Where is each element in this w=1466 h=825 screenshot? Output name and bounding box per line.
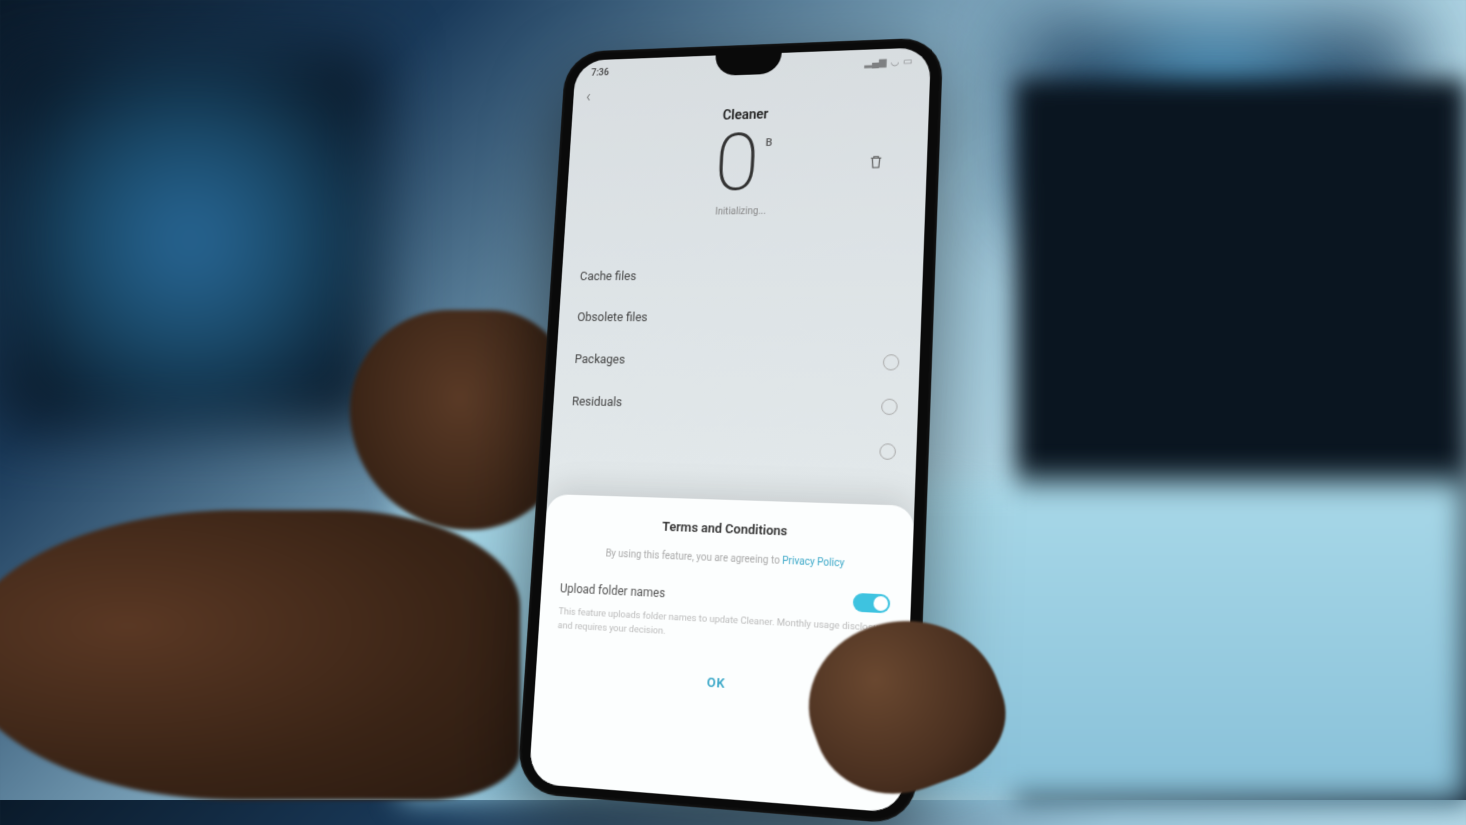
size-unit: B bbox=[765, 136, 772, 149]
checkbox-icon[interactable] bbox=[883, 354, 900, 370]
list-item-label bbox=[569, 437, 573, 452]
toggle-knob bbox=[873, 596, 888, 611]
status-icons: ▂▄▆ ◡ ▭ bbox=[864, 56, 912, 68]
wifi-icon: ◡ bbox=[890, 57, 899, 68]
sheet-subtitle-text: By using this feature, you are agreeing … bbox=[605, 548, 782, 566]
sheet-subtitle: By using this feature, you are agreeing … bbox=[562, 545, 892, 574]
signal-icon: ▂▄▆ bbox=[864, 57, 887, 68]
list-item[interactable]: Packages bbox=[573, 338, 900, 385]
list-item-label: Cache files bbox=[580, 270, 637, 284]
list-item[interactable]: Obsolete files bbox=[576, 297, 902, 340]
upload-toggle[interactable] bbox=[853, 593, 891, 614]
list-item[interactable]: Residuals bbox=[571, 380, 899, 429]
cleaner-list: Cache files Obsolete files Packages Resi… bbox=[549, 254, 923, 475]
size-value: 0 bbox=[713, 122, 761, 203]
checkbox-icon[interactable] bbox=[881, 399, 898, 416]
status-time: 7:36 bbox=[591, 67, 609, 78]
sheet-title: Terms and Conditions bbox=[564, 516, 893, 543]
trash-icon[interactable] bbox=[867, 152, 886, 172]
back-icon[interactable]: ‹ bbox=[585, 88, 591, 107]
list-item[interactable] bbox=[568, 423, 897, 475]
list-item-label: Obsolete files bbox=[577, 311, 648, 326]
list-item-label: Residuals bbox=[572, 394, 623, 409]
cleaner-header: Cleaner 0 B Initializing... bbox=[565, 100, 929, 230]
hand bbox=[0, 510, 520, 800]
list-item[interactable]: Cache files bbox=[579, 254, 904, 297]
battery-icon: ▭ bbox=[903, 56, 913, 67]
upload-toggle-label: Upload folder names bbox=[560, 581, 666, 600]
list-item-label: Packages bbox=[574, 352, 625, 367]
privacy-policy-link[interactable]: Privacy Policy bbox=[782, 556, 845, 570]
checkbox-icon[interactable] bbox=[879, 443, 896, 460]
